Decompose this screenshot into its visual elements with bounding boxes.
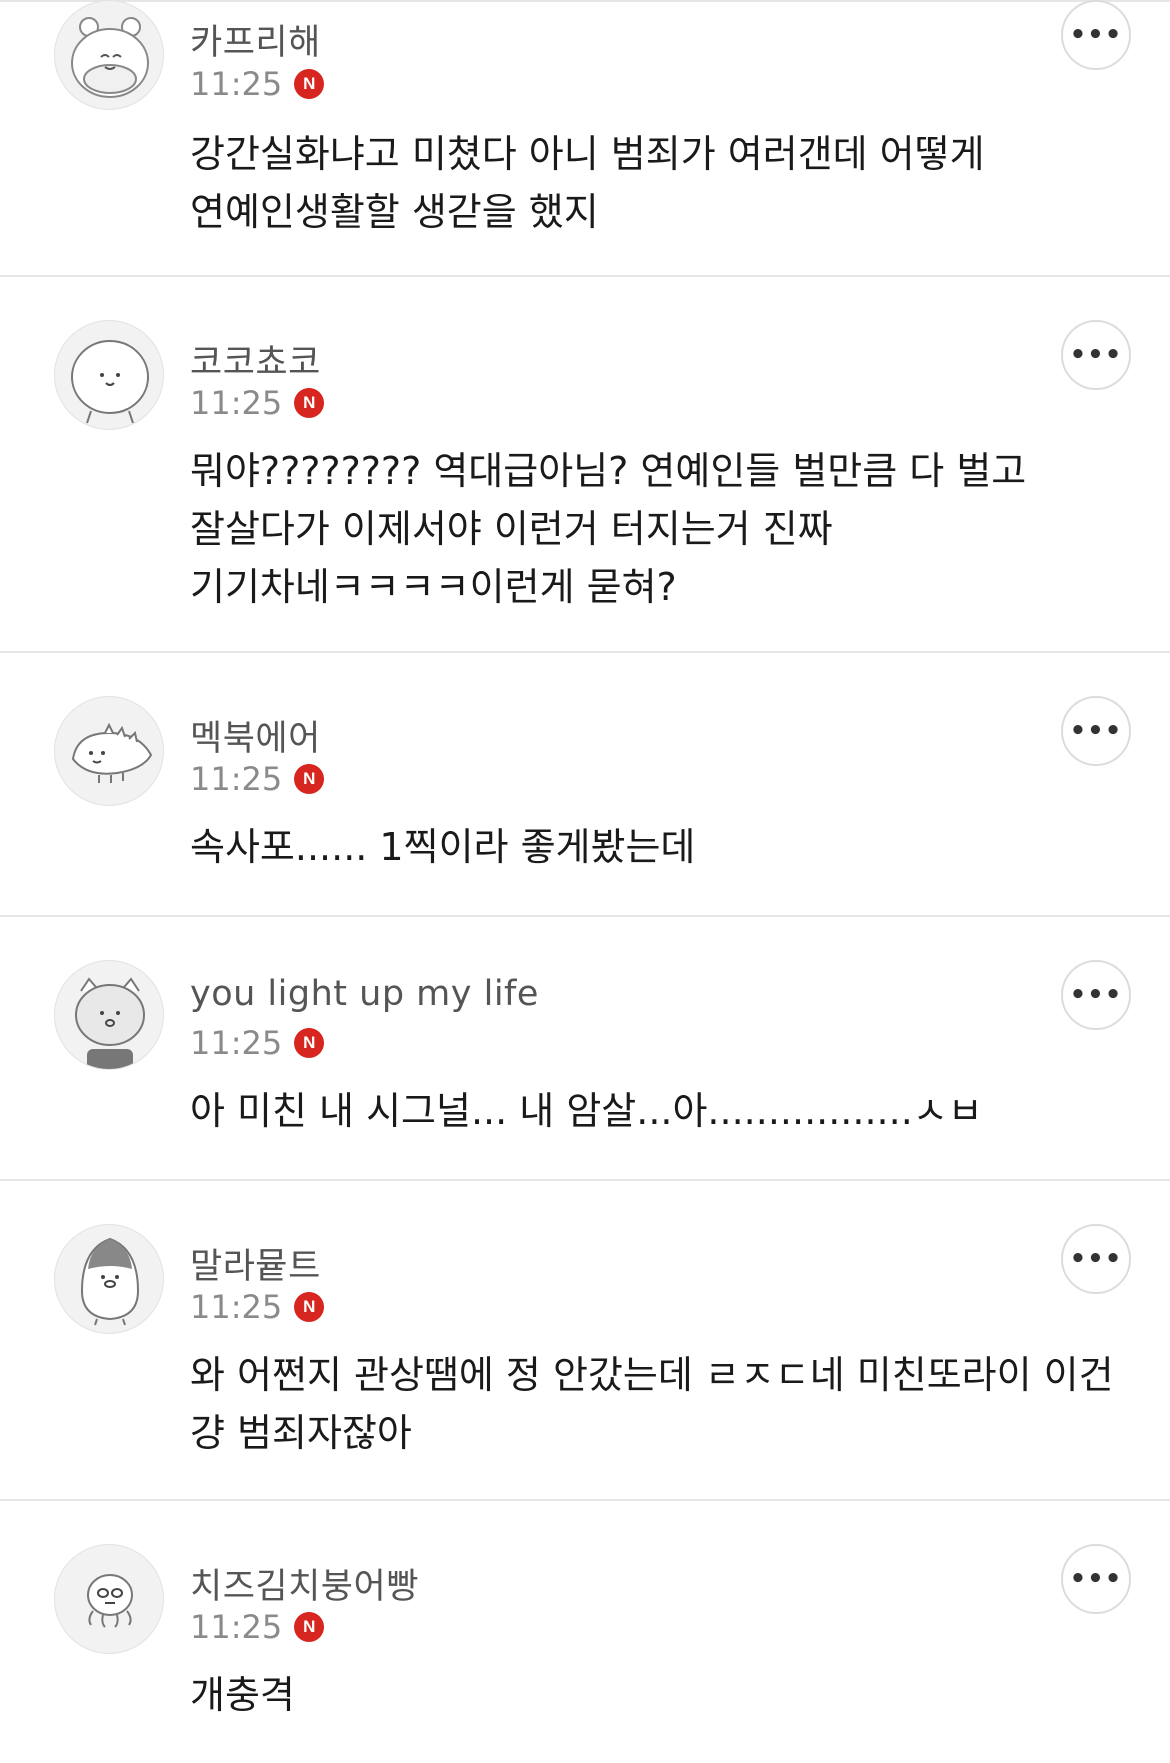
comment-time: 11:25 — [190, 1288, 283, 1326]
comment-nickname[interactable]: 치즈김치붕어빵 — [190, 1558, 419, 1609]
more-options-button[interactable]: ••• — [1061, 320, 1131, 390]
comment-time: 11:25 — [190, 1608, 283, 1646]
comment-nickname[interactable]: 코코쵸코 — [190, 334, 321, 385]
comment-meta: 11:25 N — [190, 383, 325, 423]
octopus-avatar-icon[interactable] — [54, 1544, 164, 1654]
comment-body: 속사포...... 1찍이라 좋게봤는데 — [190, 825, 696, 869]
new-badge: N — [294, 764, 325, 794]
new-badge: N — [294, 1612, 325, 1642]
comment-item: 카프리해 11:25 N ••• 강간실화냐고 미쳤다 아니 범죄가 여러갠데 … — [0, 0, 1170, 277]
comment-time: 11:25 — [190, 1024, 283, 1062]
comment-item: 코코쵸코 11:25 N ••• 뭐야???????? 역대급아님? 연예인들 … — [0, 277, 1170, 653]
comment-meta: 11:25 N — [190, 759, 325, 799]
comment-item: 치즈김치붕어빵 11:25 N ••• 개충격 — [0, 1501, 1170, 1763]
more-options-button[interactable]: ••• — [1061, 696, 1131, 766]
ellipsis-icon: ••• — [1069, 1564, 1123, 1594]
dinosaur-avatar-icon[interactable] — [54, 696, 164, 806]
comment-body: 아 미친 내 시그널... 내 암살...아.................ㅅ… — [190, 1089, 983, 1133]
comment-body: 개충격 — [190, 1673, 295, 1717]
cat-avatar-icon[interactable] — [54, 960, 164, 1070]
comment-nickname[interactable]: 멕북에어 — [190, 710, 321, 761]
new-badge: N — [294, 1028, 325, 1058]
comment-body: 강간실화냐고 미쳤다 아니 범죄가 여러갠데 어떻게 연예인생활할 생갇을 했지 — [190, 132, 985, 234]
more-options-button[interactable]: ••• — [1061, 1224, 1131, 1294]
ellipsis-icon: ••• — [1069, 980, 1123, 1010]
hamster-avatar-icon[interactable] — [54, 0, 164, 110]
comment-meta: 11:25 N — [190, 1287, 325, 1327]
ellipsis-icon: ••• — [1069, 340, 1123, 370]
comment-item: 멕북에어 11:25 N ••• 속사포...... 1찍이라 좋게봤는데 — [0, 653, 1170, 917]
comment-time: 11:25 — [190, 384, 283, 422]
ellipsis-icon: ••• — [1069, 1244, 1123, 1274]
comment-body: 와 어쩐지 관상땜에 정 안갔는데 ㄹㅈㄷ네 미친또라이 이건 걍 범죄자잖아 — [190, 1353, 1114, 1455]
round-face-avatar-icon[interactable] — [54, 320, 164, 430]
ellipsis-icon: ••• — [1069, 20, 1123, 50]
comment-time: 11:25 — [190, 65, 283, 103]
comment-nickname[interactable]: 카프리해 — [190, 14, 321, 65]
comment-meta: 11:25 N — [190, 1607, 325, 1647]
comment-item: 말라뮽트 11:25 N ••• 와 어쩐지 관상땜에 정 안갔는데 ㄹㅈㄷ네 … — [0, 1181, 1170, 1501]
new-badge: N — [294, 69, 325, 99]
comment-meta: 11:25 N — [190, 1023, 325, 1063]
more-options-button[interactable]: ••• — [1061, 0, 1131, 70]
new-badge: N — [294, 388, 325, 418]
more-options-button[interactable]: ••• — [1061, 960, 1131, 1030]
comment-nickname[interactable]: you light up my life — [190, 974, 539, 1014]
comment-meta: 11:25 N — [190, 64, 325, 104]
comment-body: 뭐야???????? 역대급아님? 연예인들 벌만큼 다 벌고 잘살다가 이제서… — [190, 449, 1027, 609]
ellipsis-icon: ••• — [1069, 716, 1123, 746]
penguin-avatar-icon[interactable] — [54, 1224, 164, 1334]
new-badge: N — [294, 1292, 325, 1322]
comment-time: 11:25 — [190, 760, 283, 798]
comment-nickname[interactable]: 말라뮽트 — [190, 1238, 321, 1289]
more-options-button[interactable]: ••• — [1061, 1544, 1131, 1614]
comment-item: you light up my life 11:25 N ••• 아 미친 내 … — [0, 917, 1170, 1181]
